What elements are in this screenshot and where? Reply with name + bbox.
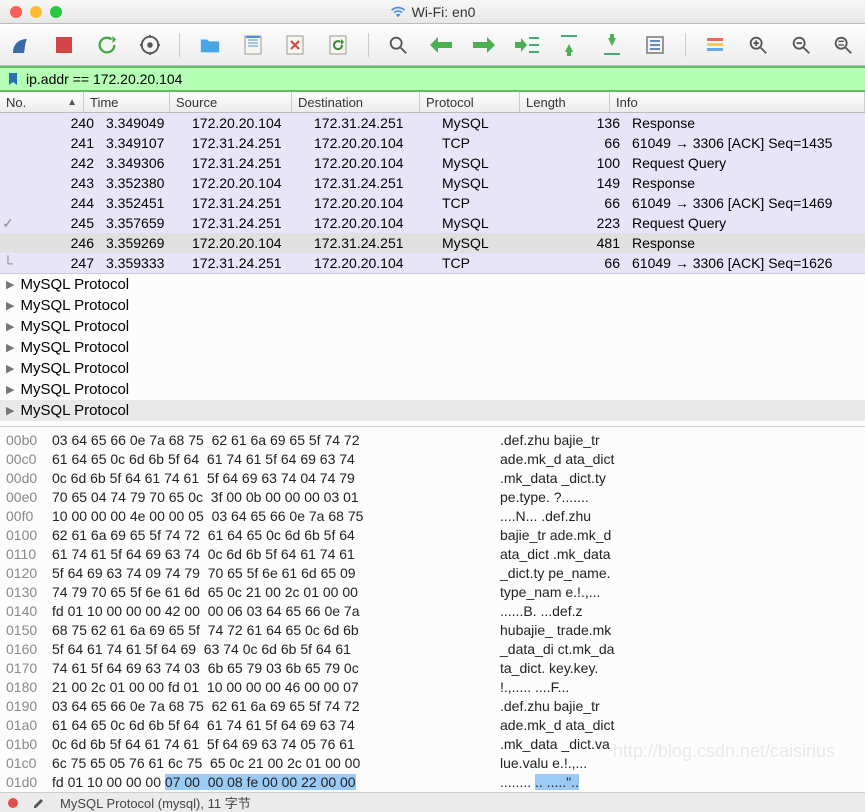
detail-tree-item[interactable]: ▶MySQL Protocol xyxy=(0,400,865,421)
restart-capture-button[interactable] xyxy=(94,31,121,59)
bookmark-icon[interactable] xyxy=(6,72,20,86)
packet-list-header[interactable]: No.▲ Time Source Destination Protocol Le… xyxy=(0,92,865,113)
go-forward-button[interactable] xyxy=(470,31,497,59)
options-button[interactable] xyxy=(137,31,164,59)
hex-line[interactable]: 015068 75 62 61 6a 69 65 5f 74 72 61 64 … xyxy=(6,621,859,640)
edit-icon[interactable] xyxy=(32,796,46,810)
go-to-last-button[interactable] xyxy=(599,31,626,59)
hex-line[interactable]: 00d00c 6d 6b 5f 64 61 74 61 5f 64 69 63 … xyxy=(6,469,859,488)
col-header-source[interactable]: Source xyxy=(170,92,292,112)
zoom-in-button[interactable] xyxy=(744,31,771,59)
col-header-time[interactable]: Time xyxy=(84,92,170,112)
col-header-protocol[interactable]: Protocol xyxy=(420,92,520,112)
hex-line[interactable]: 01605f 64 61 74 61 5f 64 69 63 74 0c 6d … xyxy=(6,640,859,659)
colorize-button[interactable] xyxy=(702,31,729,59)
display-filter-bar[interactable] xyxy=(0,66,865,92)
hex-line[interactable]: 00f010 00 00 00 4e 00 00 05 03 64 65 66 … xyxy=(6,507,859,526)
packet-row[interactable]: └2473.359333172.31.24.251172.20.20.104TC… xyxy=(0,253,865,273)
detail-tree-item[interactable]: ▶MySQL Protocol xyxy=(0,295,865,316)
packet-row[interactable]: 2443.352451172.31.24.251172.20.20.104TCP… xyxy=(0,193,865,213)
hex-line[interactable]: 017074 61 5f 64 69 63 74 03 6b 65 79 03 … xyxy=(6,659,859,678)
hex-line[interactable]: 013074 79 70 65 5f 6e 61 6d 65 0c 21 00 … xyxy=(6,583,859,602)
col-header-info[interactable]: Info xyxy=(610,92,865,112)
save-file-button[interactable] xyxy=(239,31,266,59)
status-text: MySQL Protocol (mysql), 11 字节 xyxy=(60,793,251,812)
col-header-destination[interactable]: Destination xyxy=(292,92,420,112)
display-filter-input[interactable] xyxy=(26,71,859,87)
expert-info-icon[interactable] xyxy=(8,798,18,808)
packet-row[interactable]: 2433.352380172.20.20.104172.31.24.251MyS… xyxy=(0,173,865,193)
packet-row[interactable]: 2463.359269172.20.20.104172.31.24.251MyS… xyxy=(0,233,865,253)
packet-row[interactable]: ✓2453.357659172.31.24.251172.20.20.104My… xyxy=(0,213,865,233)
packet-bytes-pane[interactable]: 00b003 64 65 66 0e 7a 68 75 62 61 6a 69 … xyxy=(0,426,865,792)
maximize-window-button[interactable] xyxy=(50,6,62,18)
zoom-reset-button[interactable] xyxy=(830,31,857,59)
hex-line[interactable]: 01205f 64 69 63 74 09 74 79 70 65 5f 6e … xyxy=(6,564,859,583)
detail-tree-item[interactable]: ▶MySQL Protocol xyxy=(0,337,865,358)
expand-icon[interactable]: ▶ xyxy=(6,383,14,396)
find-button[interactable] xyxy=(385,31,412,59)
expand-icon[interactable]: ▶ xyxy=(6,362,14,375)
main-toolbar xyxy=(0,24,865,66)
hex-line[interactable]: 00e070 65 04 74 79 70 65 0c 3f 00 0b 00 … xyxy=(6,488,859,507)
window-title: Wi-Fi: en0 xyxy=(412,4,476,20)
status-bar: MySQL Protocol (mysql), 11 字节 xyxy=(0,792,865,812)
hex-line[interactable]: 011061 74 61 5f 64 69 63 74 0c 6d 6b 5f … xyxy=(6,545,859,564)
wifi-icon xyxy=(390,5,406,19)
stop-capture-button[interactable] xyxy=(51,31,78,59)
packet-row[interactable]: 2403.349049172.20.20.104172.31.24.251MyS… xyxy=(0,113,865,133)
zoom-out-button[interactable] xyxy=(787,31,814,59)
reload-file-button[interactable] xyxy=(325,31,352,59)
detail-tree-item[interactable]: ▶MySQL Protocol xyxy=(0,274,865,295)
expand-icon[interactable]: ▶ xyxy=(6,299,14,312)
auto-scroll-button[interactable] xyxy=(642,31,669,59)
hex-line[interactable]: 018021 00 2c 01 00 00 fd 01 10 00 00 00 … xyxy=(6,678,859,697)
col-header-no[interactable]: No.▲ xyxy=(0,92,84,112)
expand-icon[interactable]: ▶ xyxy=(6,320,14,333)
hex-line[interactable]: 00b003 64 65 66 0e 7a 68 75 62 61 6a 69 … xyxy=(6,431,859,450)
go-back-button[interactable] xyxy=(428,31,455,59)
close-file-button[interactable] xyxy=(282,31,309,59)
go-to-first-button[interactable] xyxy=(556,31,583,59)
detail-tree-item[interactable]: ▶MySQL Protocol xyxy=(0,316,865,337)
hex-line[interactable]: 01d0fd 01 10 00 00 00 07 00 00 08 fe 00 … xyxy=(6,773,859,792)
detail-tree-item[interactable]: ▶MySQL Protocol xyxy=(0,358,865,379)
packet-list[interactable]: 2403.349049172.20.20.104172.31.24.251MyS… xyxy=(0,113,865,273)
hex-line[interactable]: 010062 61 6a 69 65 5f 74 72 61 64 65 0c … xyxy=(6,526,859,545)
hex-line[interactable]: 01c06c 75 65 05 76 61 6c 75 65 0c 21 00 … xyxy=(6,754,859,773)
detail-tree-item[interactable]: ▶MySQL Protocol xyxy=(0,379,865,400)
titlebar: Wi-Fi: en0 xyxy=(0,0,865,24)
hex-line[interactable]: 0140fd 01 10 00 00 00 42 00 00 06 03 64 … xyxy=(6,602,859,621)
expand-icon[interactable]: ▶ xyxy=(6,341,14,354)
shark-fin-icon[interactable] xyxy=(8,31,35,59)
hex-line[interactable]: 01a061 64 65 0c 6d 6b 5f 64 61 74 61 5f … xyxy=(6,716,859,735)
packet-row[interactable]: 2423.349306172.31.24.251172.20.20.104MyS… xyxy=(0,153,865,173)
expand-icon[interactable]: ▶ xyxy=(6,278,14,291)
packet-row[interactable]: 2413.349107172.31.24.251172.20.20.104TCP… xyxy=(0,133,865,153)
hex-line[interactable]: 01b00c 6d 6b 5f 64 61 74 61 5f 64 69 63 … xyxy=(6,735,859,754)
close-window-button[interactable] xyxy=(10,6,22,18)
packet-details-pane[interactable]: ▶MySQL Protocol▶MySQL Protocol▶MySQL Pro… xyxy=(0,273,865,426)
go-to-packet-button[interactable] xyxy=(513,31,540,59)
hex-line[interactable]: 019003 64 65 66 0e 7a 68 75 62 61 6a 69 … xyxy=(6,697,859,716)
col-header-length[interactable]: Length xyxy=(520,92,610,112)
hex-line[interactable]: 00c061 64 65 0c 6d 6b 5f 64 61 74 61 5f … xyxy=(6,450,859,469)
expand-icon[interactable]: ▶ xyxy=(6,404,14,417)
minimize-window-button[interactable] xyxy=(30,6,42,18)
open-file-button[interactable] xyxy=(196,31,223,59)
